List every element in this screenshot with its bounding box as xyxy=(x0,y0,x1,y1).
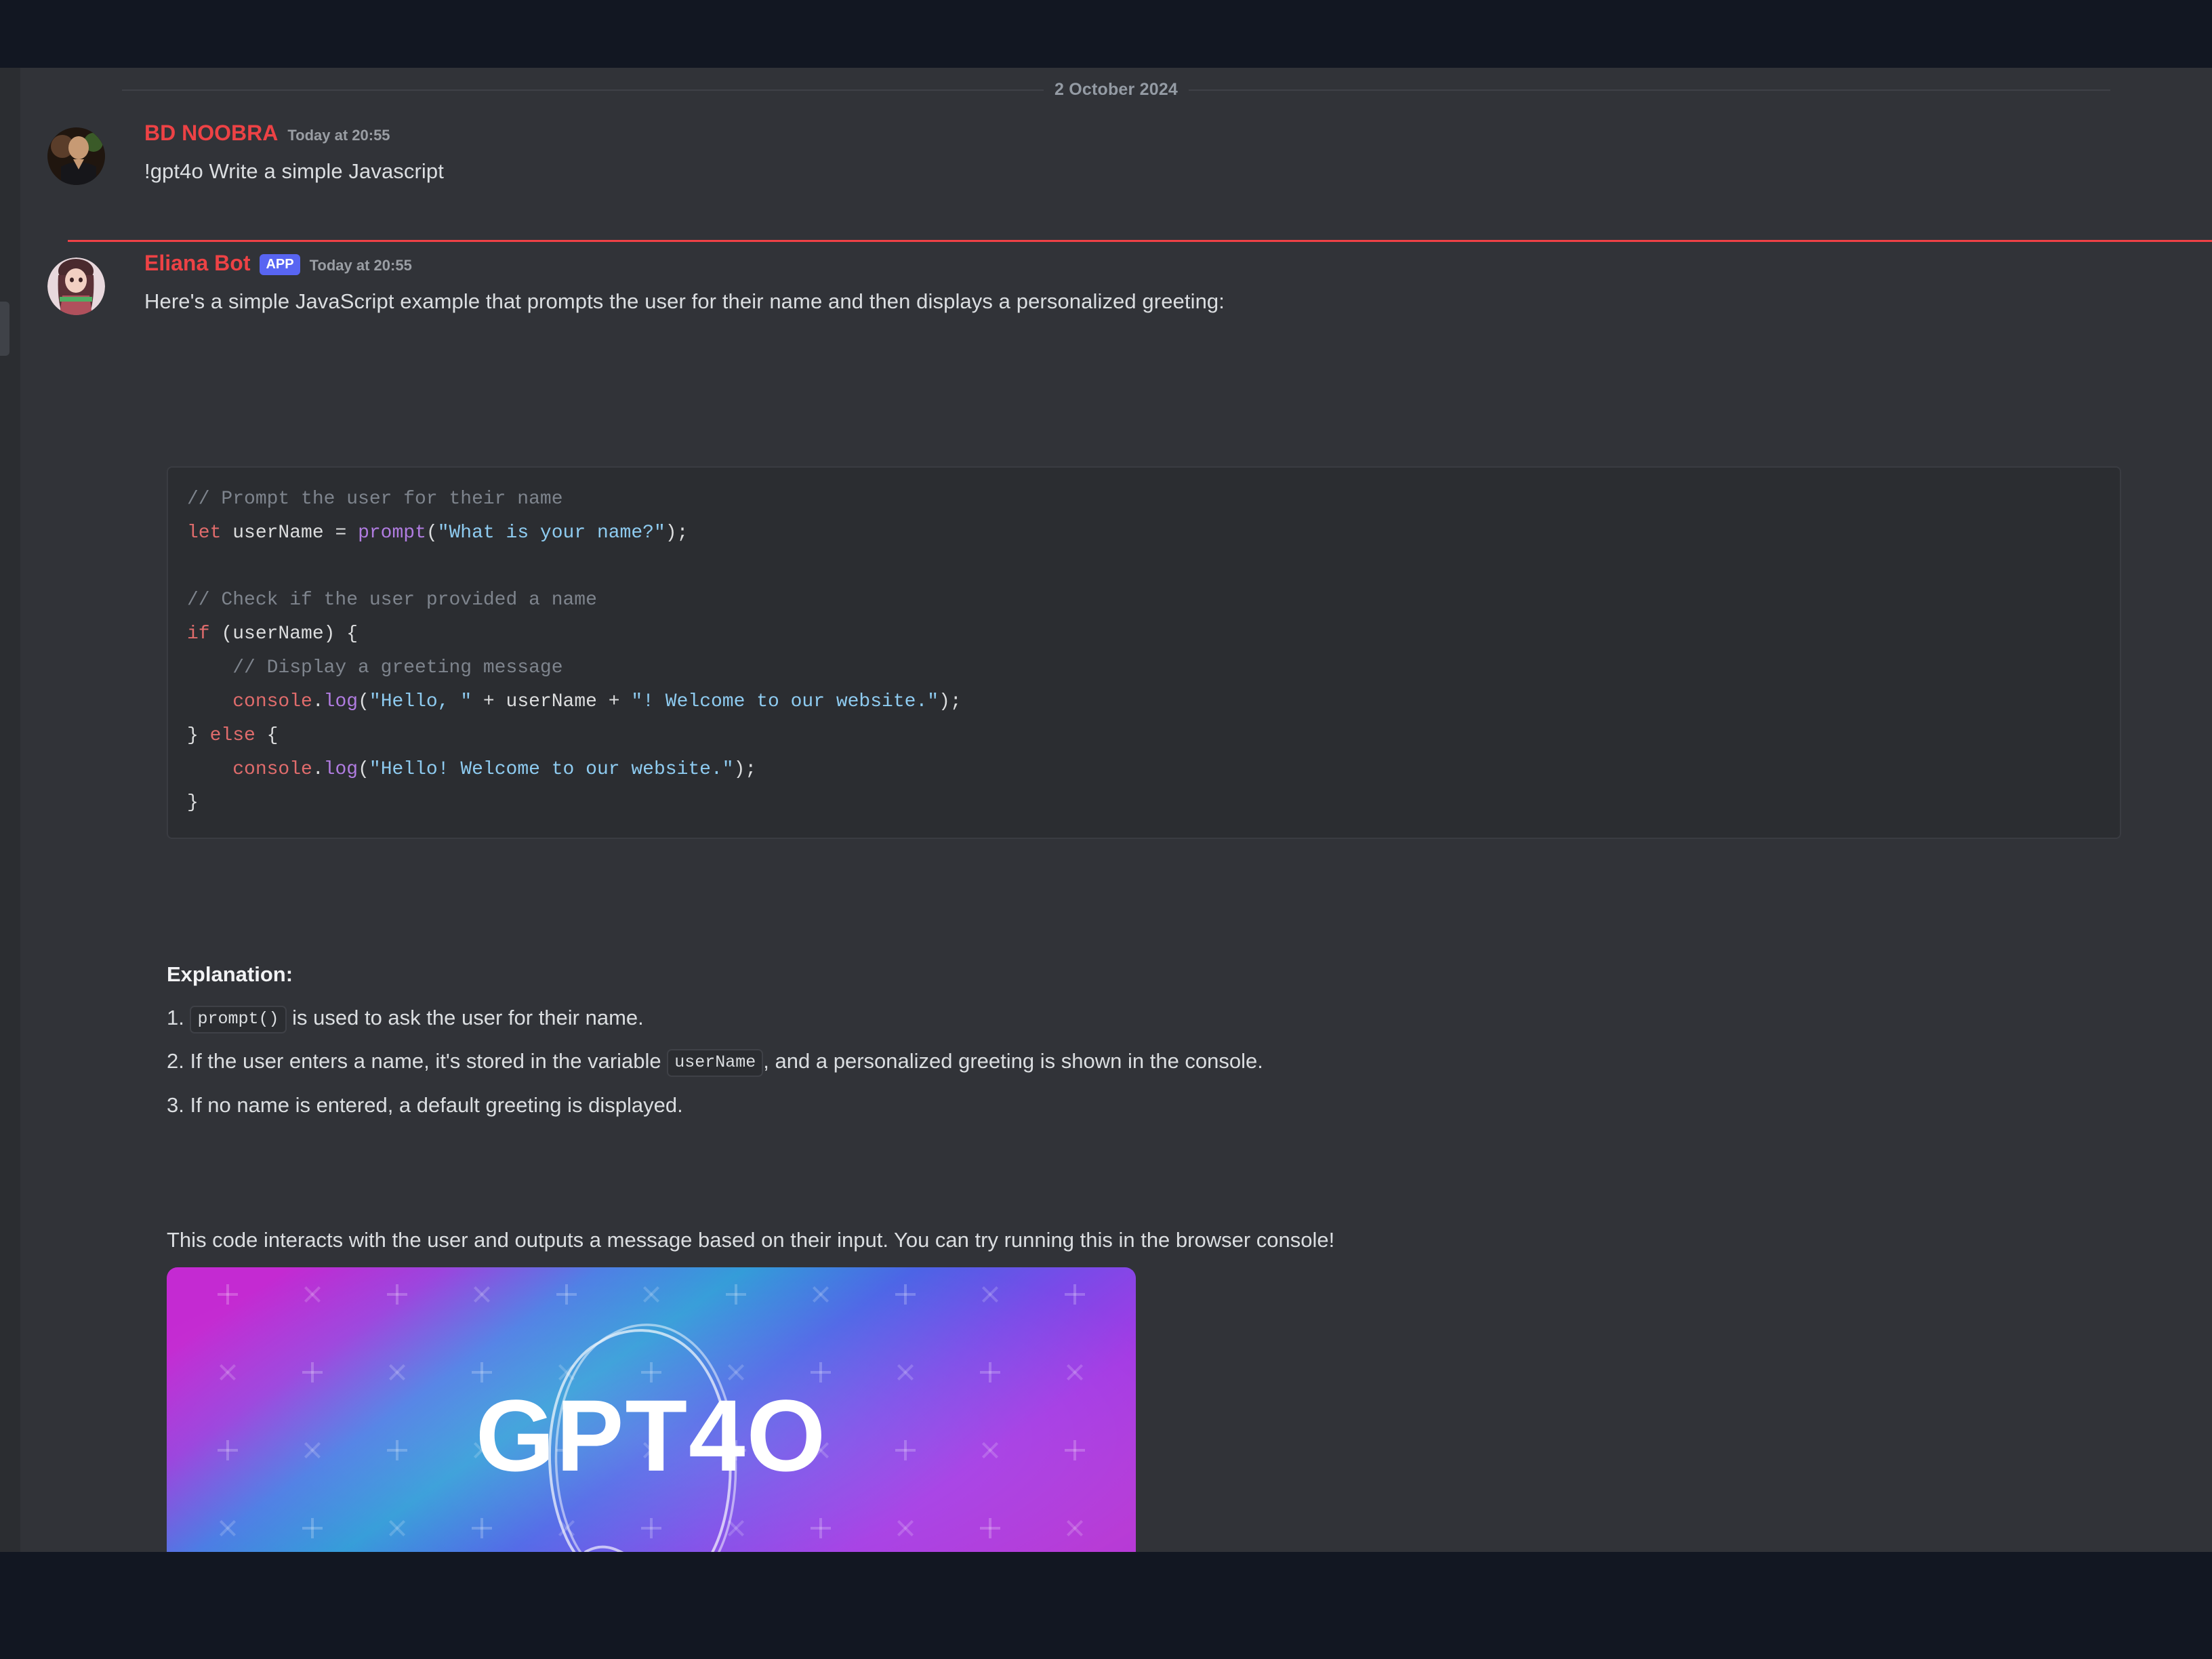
message-header: Eliana Bot APP Today at 20:55 xyxy=(144,252,2171,281)
message-body: Eliana Bot APP Today at 20:55 Here's a s… xyxy=(144,252,2212,316)
code-token: (userName) { xyxy=(209,623,359,645)
code-token: ( xyxy=(426,522,438,544)
code-block-content: // Prompt the user for their name let us… xyxy=(187,483,2101,820)
list-text: is used to ask the user for their name. xyxy=(286,1006,644,1029)
code-token: } xyxy=(187,792,199,814)
closing-paragraph: This code interacts with the user and ou… xyxy=(167,1228,1335,1252)
message-author[interactable]: Eliana Bot xyxy=(144,252,250,274)
bottom-chrome-bar xyxy=(0,1552,2212,1659)
code-token: { xyxy=(255,724,279,746)
left-sidebar-rail[interactable] xyxy=(0,68,20,1552)
message-user[interactable]: BD NOOBRA Today at 20:55 !gpt4o Write a … xyxy=(20,122,2212,186)
code-token: "! Welcome to our website." xyxy=(631,691,939,712)
code-token: log xyxy=(323,758,359,780)
code-token: } xyxy=(187,724,210,746)
code-token: prompt xyxy=(358,522,426,544)
code-token: log xyxy=(323,691,359,712)
gpt4o-wordmark: GPT4O xyxy=(476,1378,827,1492)
date-divider: 2 October 2024 xyxy=(20,80,2212,100)
top-chrome-bar xyxy=(0,0,2212,68)
date-divider-rule-right xyxy=(1189,89,2110,91)
message-timestamp: Today at 20:55 xyxy=(309,257,412,274)
code-token: "What is your name?" xyxy=(437,522,665,544)
code-token: . xyxy=(312,691,324,712)
message-timestamp: Today at 20:55 xyxy=(287,127,390,144)
list-text-before: If the user enters a name, it's stored i… xyxy=(184,1049,668,1073)
list-number: 3. xyxy=(167,1092,184,1117)
code-token: else xyxy=(209,724,255,746)
new-messages-separator xyxy=(68,240,2212,242)
explanation-item-1: 1. prompt() is used to ask the user for … xyxy=(167,1004,2132,1033)
code-token: if xyxy=(187,623,210,645)
code-token: // Check if the user provided a name xyxy=(187,590,597,611)
code-block[interactable]: // Prompt the user for their name let us… xyxy=(167,466,2121,840)
code-token: userName xyxy=(221,522,335,544)
explanation-item-2: 2. If the user enters a name, it's store… xyxy=(167,1048,2132,1078)
chat-message-area: 2 October 2024 BD NOOBRA Today at 20:55 … xyxy=(20,68,2212,1606)
date-divider-label: 2 October 2024 xyxy=(1054,80,1179,99)
code-token: ); xyxy=(665,522,689,544)
inline-code-username: userName xyxy=(667,1049,764,1078)
code-token: ( xyxy=(358,758,369,780)
code-token: console xyxy=(187,758,312,780)
message-body: BD NOOBRA Today at 20:55 !gpt4o Write a … xyxy=(144,122,2212,186)
inline-code-prompt: prompt() xyxy=(190,1006,287,1033)
bot-avatar-photo xyxy=(47,258,105,315)
code-token: ); xyxy=(733,758,757,780)
code-token: ); xyxy=(939,691,962,712)
scroll-indicator-pill[interactable] xyxy=(0,302,9,356)
date-divider-rule-left xyxy=(122,89,1044,91)
code-token: = xyxy=(335,522,359,544)
message-header: BD NOOBRA Today at 20:55 xyxy=(144,122,2171,150)
code-token: // Prompt the user for their name xyxy=(187,489,563,510)
explanation-title: Explanation: xyxy=(167,962,293,986)
list-text: If no name is entered, a default greetin… xyxy=(184,1092,683,1117)
code-token: "Hello, " xyxy=(369,691,472,712)
list-number: 1. xyxy=(167,1006,184,1029)
message-text: Here's a simple JavaScript example that … xyxy=(144,289,1225,313)
code-token: "Hello! Welcome to our website." xyxy=(369,758,734,780)
user-avatar-photo xyxy=(47,127,105,185)
code-token: + userName + xyxy=(472,691,632,712)
code-token: let xyxy=(187,522,222,544)
avatar[interactable] xyxy=(47,127,105,185)
code-token: ( xyxy=(358,691,369,712)
app-badge: APP xyxy=(260,254,300,275)
explanation-item-3: 3. If no name is entered, a default gree… xyxy=(167,1092,2132,1119)
code-token: // Display a greeting message xyxy=(187,657,563,679)
message-text: !gpt4o Write a simple Javascript xyxy=(144,159,444,183)
avatar[interactable] xyxy=(47,258,105,315)
message-author[interactable]: BD NOOBRA xyxy=(144,122,278,144)
message-bot[interactable]: Eliana Bot APP Today at 20:55 Here's a s… xyxy=(20,252,2212,316)
list-number: 2. xyxy=(167,1049,184,1073)
explanation-section: Explanation: 1. prompt() is used to ask … xyxy=(167,962,2132,1135)
code-token: . xyxy=(312,758,324,780)
discord-window: 2 October 2024 BD NOOBRA Today at 20:55 … xyxy=(0,0,2212,1659)
list-text-after: , and a personalized greeting is shown i… xyxy=(763,1049,1263,1073)
code-token: console xyxy=(187,691,312,712)
